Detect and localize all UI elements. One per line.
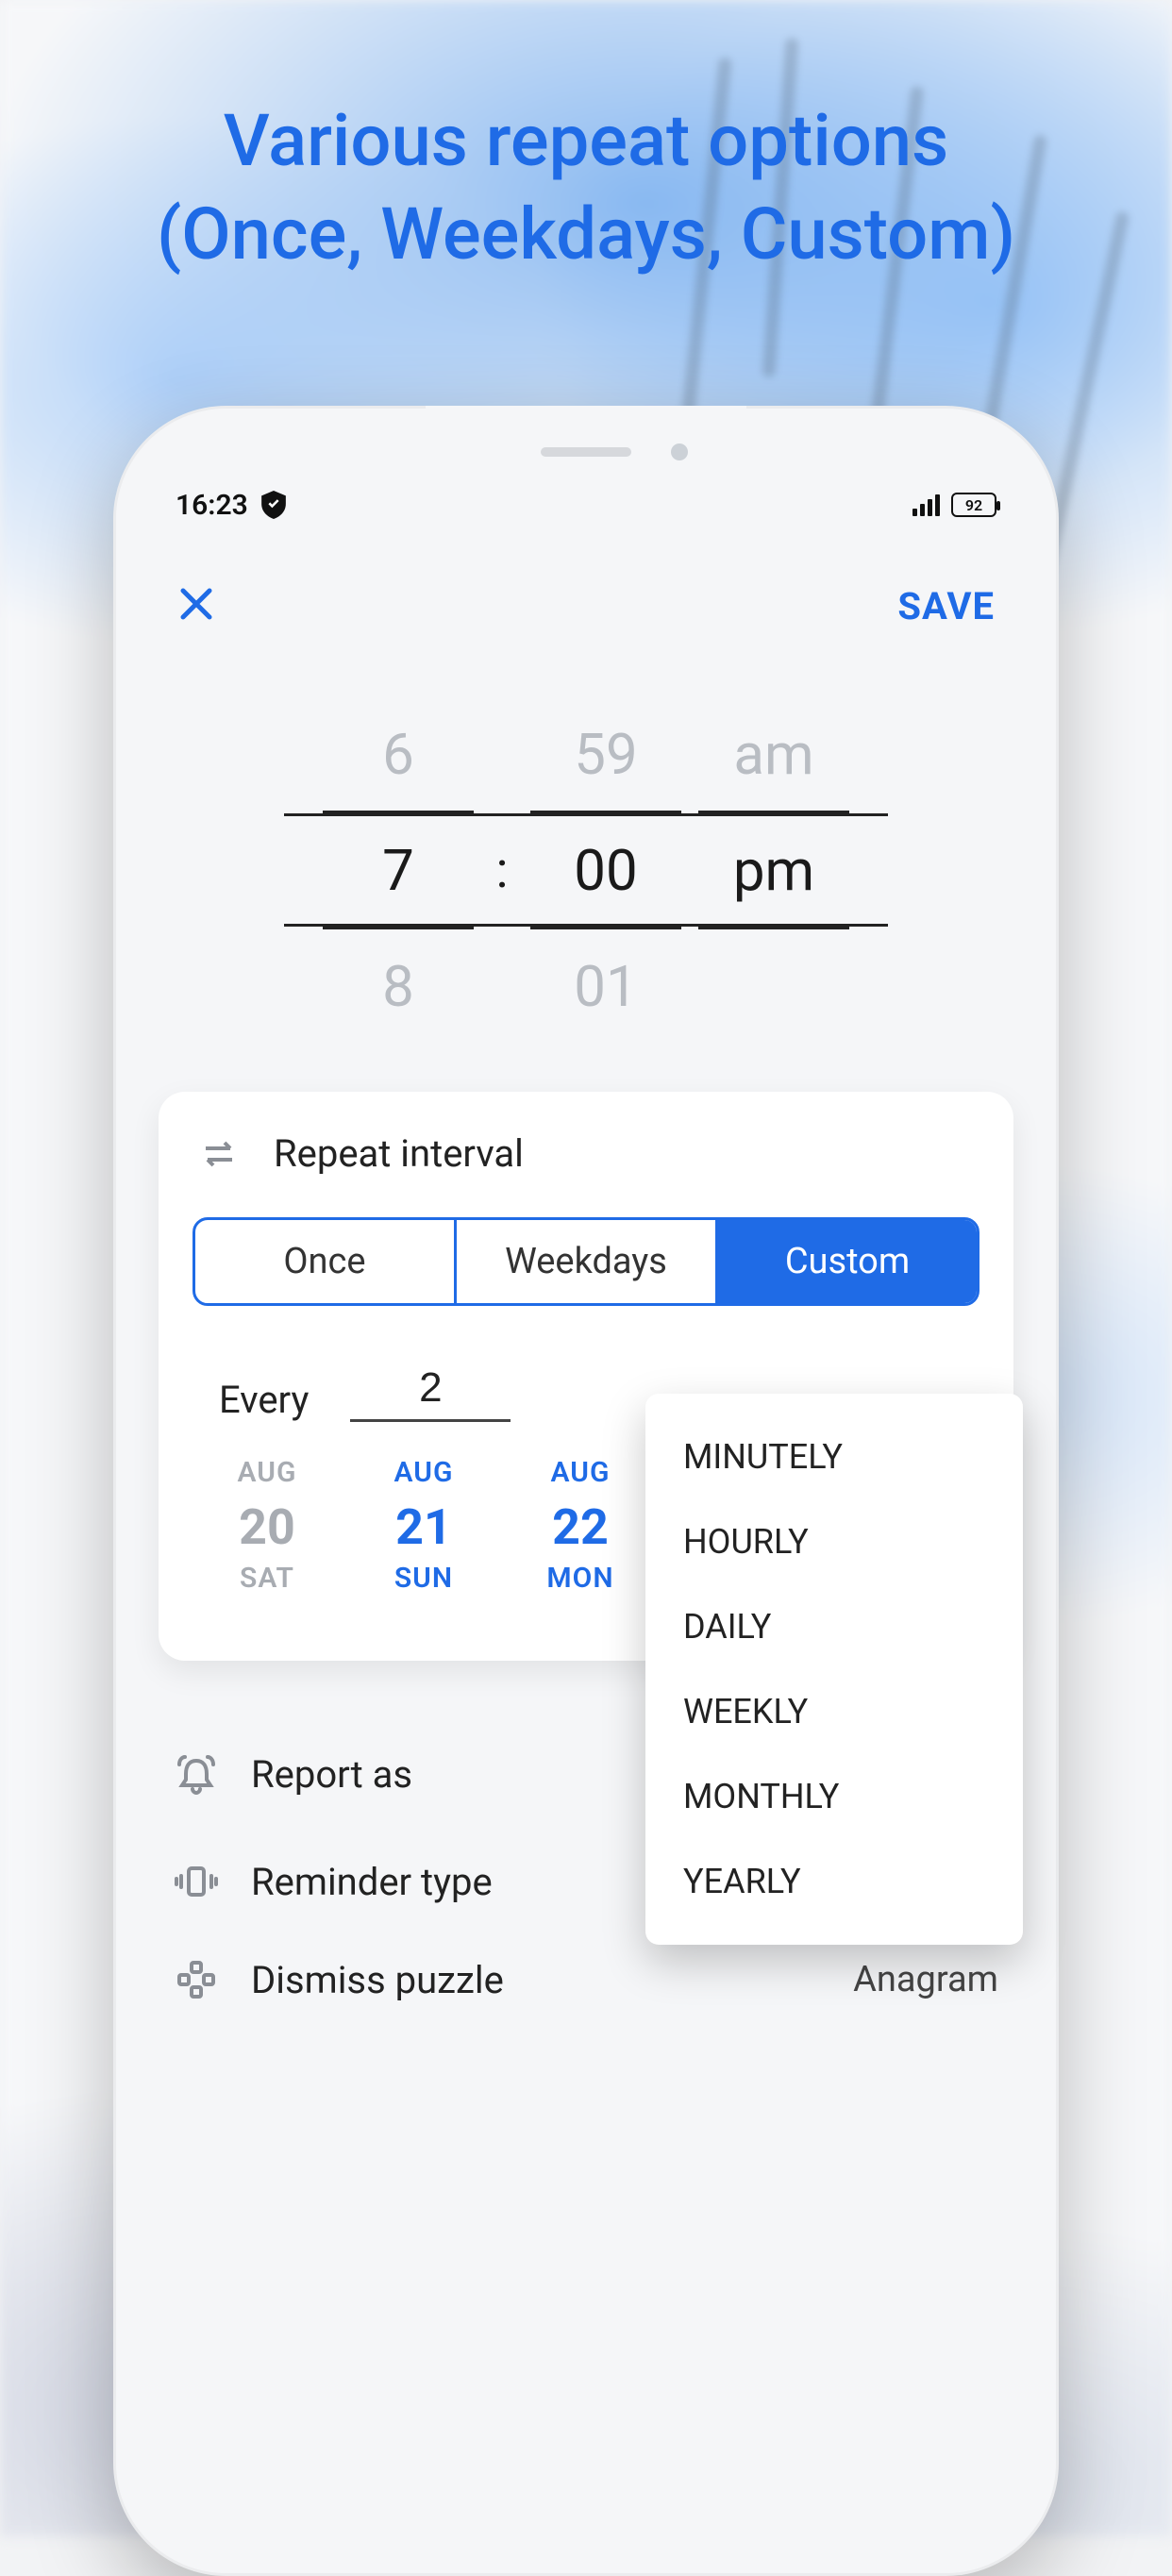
puzzle-icon bbox=[174, 1957, 219, 2002]
repeat-segmented: Once Weekdays Custom bbox=[193, 1217, 979, 1306]
every-input[interactable] bbox=[350, 1361, 511, 1422]
dismiss-puzzle-label: Dismiss puzzle bbox=[251, 1958, 821, 2002]
time-hour[interactable]: 7 bbox=[323, 837, 474, 904]
dismiss-puzzle-value: Anagram bbox=[853, 1959, 998, 2000]
time-minute-next: 01 bbox=[530, 953, 681, 1020]
date-cell: AUG 22 MON bbox=[519, 1456, 642, 1595]
freq-option-weekly[interactable]: WEEKLY bbox=[645, 1669, 1023, 1754]
repeat-interval-title: Repeat interval bbox=[274, 1131, 524, 1176]
time-ampm[interactable]: pm bbox=[698, 837, 849, 904]
close-button[interactable] bbox=[166, 570, 226, 643]
freq-option-minutely[interactable]: MINUTELY bbox=[645, 1414, 1023, 1499]
report-as-label: Report as bbox=[251, 1752, 627, 1797]
status-time: 16:23 bbox=[176, 489, 248, 522]
signal-icon bbox=[912, 494, 940, 516]
phone-frame: 16:23 92 SAVE 6 : 59 am bbox=[113, 406, 1059, 2576]
shield-icon bbox=[261, 491, 286, 519]
repeat-option-once[interactable]: Once bbox=[195, 1220, 454, 1303]
date-cell: AUG 20 SAT bbox=[206, 1456, 328, 1595]
freq-option-hourly[interactable]: HOURLY bbox=[645, 1499, 1023, 1584]
repeat-icon bbox=[198, 1133, 240, 1175]
battery-icon: 92 bbox=[951, 493, 996, 517]
repeat-option-weekdays[interactable]: Weekdays bbox=[454, 1220, 715, 1303]
freq-option-monthly[interactable]: MONTHLY bbox=[645, 1754, 1023, 1839]
time-picker[interactable]: 6 : 59 am 7 : 00 pm 8 : 01 bbox=[284, 697, 888, 1043]
frequency-dropdown: MINUTELY HOURLY DAILY WEEKLY MONTHLY YEA… bbox=[645, 1394, 1023, 1945]
time-minute[interactable]: 00 bbox=[530, 837, 681, 904]
freq-option-daily[interactable]: DAILY bbox=[645, 1584, 1023, 1669]
time-minute-prev: 59 bbox=[530, 721, 681, 788]
repeat-interval-card: Repeat interval Once Weekdays Custom Eve… bbox=[159, 1092, 1013, 1661]
status-bar: 16:23 92 bbox=[159, 481, 1013, 528]
alarm-icon bbox=[174, 1751, 219, 1797]
time-hour-prev: 6 bbox=[323, 721, 474, 788]
date-cell: AUG 21 SUN bbox=[362, 1456, 485, 1595]
every-label: Every bbox=[219, 1378, 309, 1422]
dismiss-puzzle-row[interactable]: Dismiss puzzle Anagram bbox=[159, 1931, 1013, 2029]
promo-heading: Various repeat options (Once, Weekdays, … bbox=[0, 94, 1172, 281]
vibrate-icon bbox=[174, 1859, 219, 1904]
time-hour-next: 8 bbox=[323, 953, 474, 1020]
repeat-option-custom[interactable]: Custom bbox=[715, 1220, 977, 1303]
time-ampm-prev: am bbox=[698, 721, 849, 788]
save-button[interactable]: SAVE bbox=[886, 577, 1006, 636]
freq-option-yearly[interactable]: YEARLY bbox=[645, 1839, 1023, 1924]
close-icon bbox=[177, 585, 215, 623]
